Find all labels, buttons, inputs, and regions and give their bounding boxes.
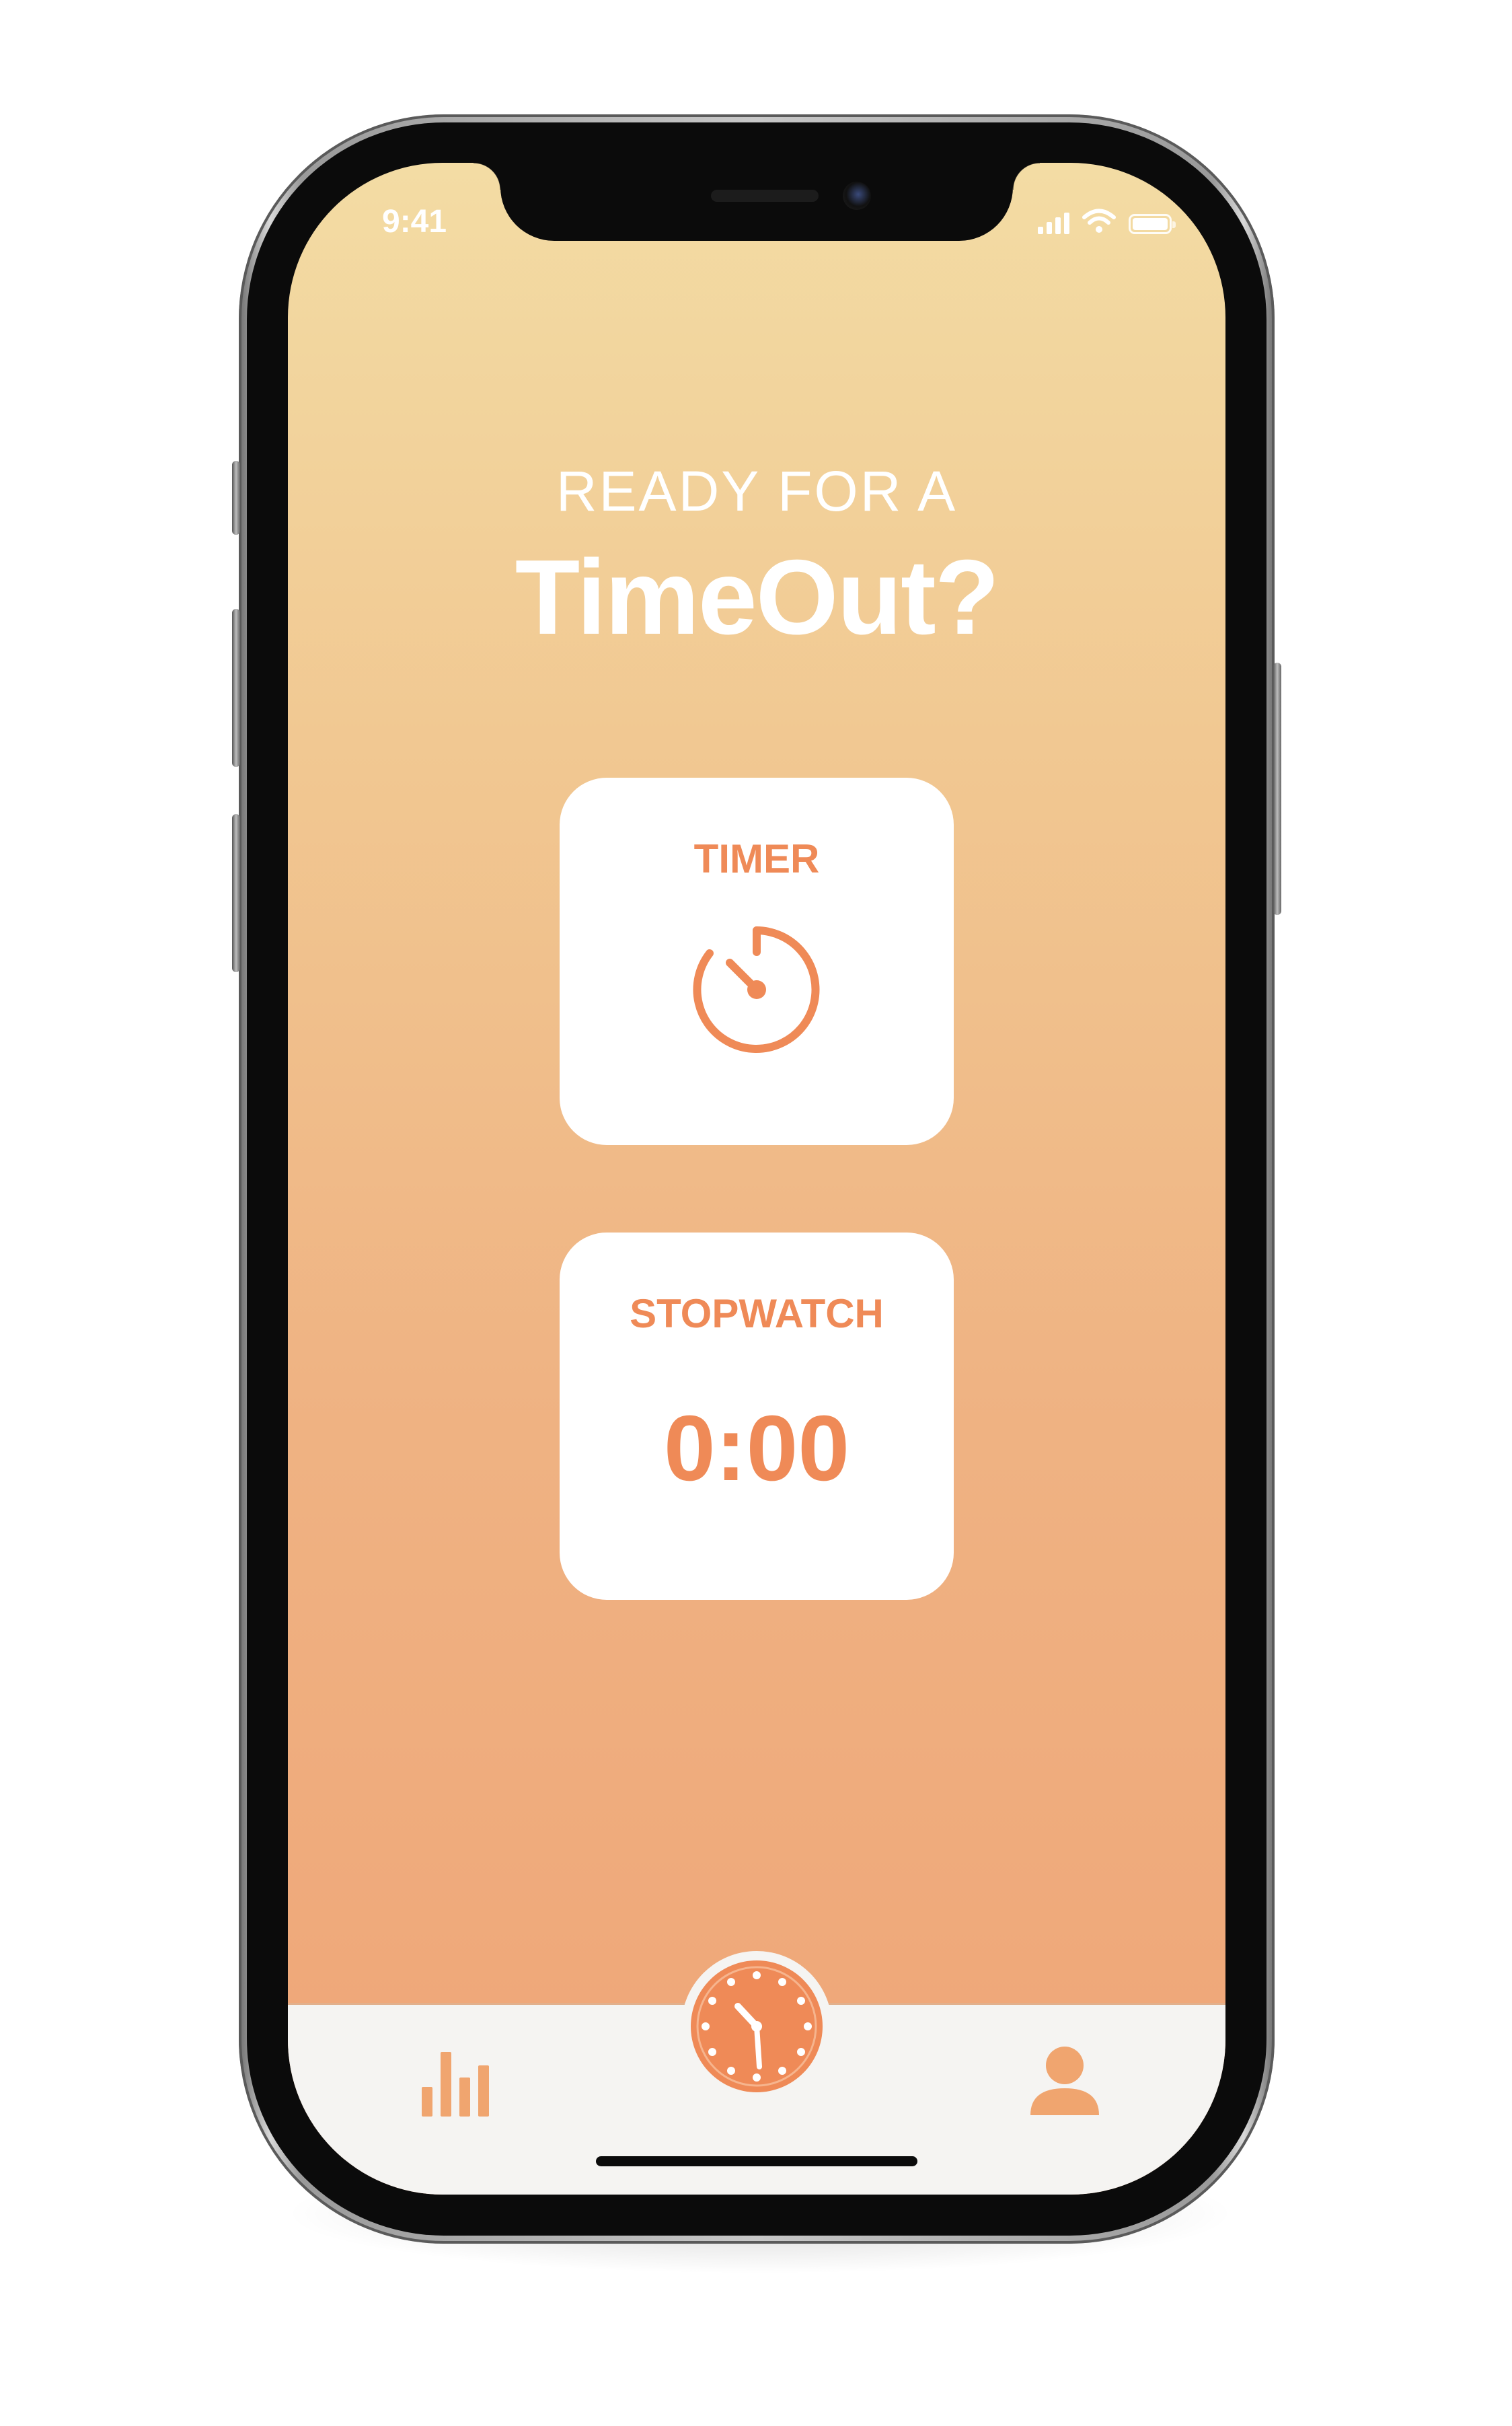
bar-chart-icon[interactable] [419,2045,493,2119]
silent-switch [232,461,240,535]
user-icon[interactable] [1028,2044,1102,2118]
battery-icon [1129,214,1176,234]
speaker-grille [711,190,819,202]
front-camera [843,182,871,210]
timer-card-label: TIMER [693,836,820,881]
page-title: TimeOut? [515,538,999,657]
stopwatch-card[interactable]: STOPWATCH 0:00 [560,1233,954,1600]
status-icons [1038,209,1176,234]
clock-tab-button[interactable] [681,1951,832,2102]
power-button [1273,663,1281,915]
cellular-signal-icon [1038,211,1069,234]
stopwatch-card-label: STOPWATCH [630,1291,884,1336]
wifi-icon [1082,209,1116,233]
volume-down-button [232,814,240,972]
timer-icon [693,926,820,1053]
volume-up-button [232,609,240,767]
status-time: 9:41 [382,204,447,240]
notch [474,163,1040,241]
page-subtitle: READY FOR A [556,460,958,523]
app-screen: 9:41 READY FOR A TimeOut? TIMER STOPWATC… [288,163,1225,2195]
timer-card[interactable]: TIMER [560,778,954,1145]
stopwatch-value: 0:00 [663,1397,850,1500]
clock-icon [691,1960,823,2092]
home-indicator[interactable] [596,2156,917,2166]
